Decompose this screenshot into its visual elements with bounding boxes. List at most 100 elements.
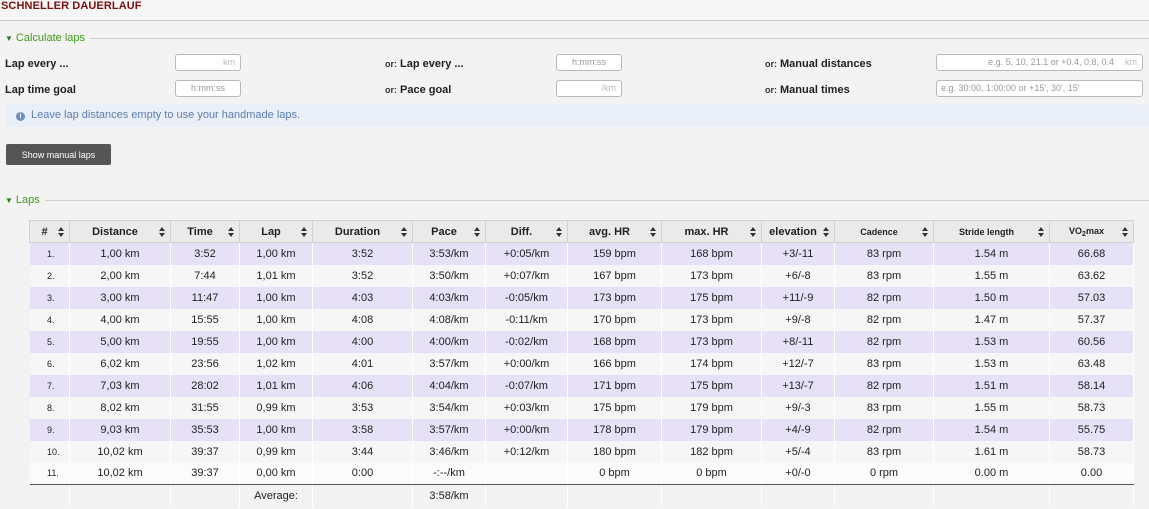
cell-diff: +0:12/km (485, 440, 568, 463)
table-row: 8. 8,02 km 31:55 0,99 km 3:53 3:54/km +0:03/km… (29, 396, 1134, 419)
average-cell (29, 484, 70, 507)
col-num-header[interactable]: # (29, 220, 70, 243)
cell-num: 5. (29, 330, 70, 353)
show-manual-laps-button[interactable]: Show manual laps (6, 144, 111, 165)
manual-distances-input[interactable]: e.g. 5, 10, 21.1 or +0.4, 0.8, 0.4 km (936, 54, 1143, 71)
col-pace-header[interactable]: Pace (412, 220, 486, 243)
cell-max-hr: 175 bpm (661, 374, 762, 397)
pace-goal-input[interactable]: /km (556, 80, 622, 97)
pace-goal-label: or: Pace goal (385, 84, 451, 96)
col-time-header[interactable]: Time (170, 220, 240, 243)
cell-duration: 3:58 (312, 418, 413, 441)
page-title: SCHNELLER DAUERLAUF (1, 0, 142, 12)
cell-avg-hr: 173 bpm (567, 286, 662, 309)
cell-distance: 9,03 km (69, 418, 171, 441)
col-cadence-header[interactable]: Cadence (834, 220, 934, 243)
section-divider (44, 199, 1149, 201)
cell-pace: 3:46/km (412, 440, 486, 463)
sort-icon (650, 227, 656, 237)
cell-diff: +0:00/km (485, 352, 568, 375)
lap-time-goal-input[interactable]: h:mm:ss (175, 80, 241, 97)
lap-every-time-input[interactable]: h:mm:ss (556, 54, 622, 71)
cell-elevation: +9/-8 (761, 308, 835, 331)
cell-cadence: 82 rpm (834, 308, 934, 331)
cell-pace: 3:50/km (412, 264, 486, 287)
calculate-laps-toggle[interactable]: ▼ Calculate laps (0, 31, 1149, 45)
cell-avg-hr: 170 bpm (567, 308, 662, 331)
cell-lap: 0,99 km (239, 396, 313, 419)
cell-diff: -0:05/km (485, 286, 568, 309)
col-elevation-header[interactable]: elevation (761, 220, 835, 243)
cell-lap: 1,00 km (239, 330, 313, 353)
col-avg-hr-header[interactable]: avg. HR (567, 220, 662, 243)
col-lap-label: Lap (261, 225, 281, 238)
title-bar: SCHNELLER DAUERLAUF (0, 0, 1149, 21)
cell-avg-hr: 168 bpm (567, 330, 662, 353)
or-label: or: (385, 59, 397, 69)
cell-distance: 5,00 km (69, 330, 171, 353)
cell-lap: 1,00 km (239, 242, 313, 265)
cell-stride: 1.55 m (933, 264, 1050, 287)
manual-times-input[interactable]: e.g. 30:00, 1:00:00 or +15', 30', 15' (936, 80, 1143, 97)
cell-distance: 7,03 km (69, 374, 171, 397)
lap-every-distance-input[interactable]: km (175, 54, 241, 71)
cell-pace: 4:08/km (412, 308, 486, 331)
lap-number: 10. (47, 446, 60, 457)
average-cell (485, 484, 568, 507)
average-pace: 3:58/km (412, 484, 486, 507)
cell-lap: 0,00 km (239, 462, 313, 485)
cell-lap: 1,00 km (239, 418, 313, 441)
cell-duration: 4:06 (312, 374, 413, 397)
cell-avg-hr: 0 bpm (567, 462, 662, 485)
cell-time: 28:02 (170, 374, 240, 397)
manual-distances-label: or: Manual distances (765, 58, 872, 70)
laps-toggle[interactable]: ▼ Laps (0, 193, 1149, 207)
cell-distance: 4,00 km (69, 308, 171, 331)
cell-elevation: +4/-9 (761, 418, 835, 441)
cell-lap: 1,00 km (239, 286, 313, 309)
cell-stride: 1.51 m (933, 374, 1050, 397)
lap-every-time-text: Lap every ... (400, 58, 464, 70)
col-duration-header[interactable]: Duration (312, 220, 413, 243)
col-vo2-prefix: VO (1069, 225, 1083, 236)
sort-icon (1038, 227, 1044, 237)
cell-distance: 1,00 km (69, 242, 171, 265)
cell-diff: -0:07/km (485, 374, 568, 397)
lap-every-time-label: or: Lap every ... (385, 58, 464, 70)
col-lap-header[interactable]: Lap (239, 220, 313, 243)
col-stride-label: Stride length (958, 226, 1014, 237)
cell-time: 7:44 (170, 264, 240, 287)
cell-stride: 1.54 m (933, 418, 1050, 441)
lap-number: 5. (47, 336, 55, 347)
or-label: or: (765, 85, 777, 95)
cell-vo2: 60.56 (1049, 330, 1134, 353)
cell-vo2: 63.62 (1049, 264, 1134, 287)
cell-diff (485, 462, 568, 485)
cell-duration: 4:00 (312, 330, 413, 353)
table-row: 5. 5,00 km 19:55 1,00 km 4:00 4:00/km -0:02/km… (29, 330, 1134, 353)
average-cell (170, 484, 240, 507)
cell-avg-hr: 171 bpm (567, 374, 662, 397)
cell-avg-hr: 167 bpm (567, 264, 662, 287)
col-pace-label: Pace (431, 225, 457, 238)
cell-duration: 0:00 (312, 462, 413, 485)
sort-icon (556, 227, 562, 237)
cell-pace: 4:03/km (412, 286, 486, 309)
cell-cadence: 82 rpm (834, 330, 934, 353)
col-distance-label: Distance (92, 225, 138, 238)
cell-time: 19:55 (170, 330, 240, 353)
col-diff-header[interactable]: Diff. (485, 220, 568, 243)
col-stride-header[interactable]: Stride length (933, 220, 1050, 243)
col-max-hr-header[interactable]: max. HR (661, 220, 762, 243)
cell-cadence: 83 rpm (834, 264, 934, 287)
cell-max-hr: 168 bpm (661, 242, 762, 265)
cell-lap: 1,02 km (239, 352, 313, 375)
col-vo2-header[interactable]: VO2max (1049, 220, 1134, 243)
cell-distance: 10,02 km (69, 440, 171, 463)
km-unit: km (223, 57, 235, 67)
cell-diff: +0:00/km (485, 418, 568, 441)
table-row: 10. 10,02 km 39:37 0,99 km 3:44 3:46/km +0:12/… (29, 440, 1134, 463)
average-cell (1049, 484, 1134, 507)
col-distance-header[interactable]: Distance (69, 220, 171, 243)
info-message: i Leave lap distances empty to use your h… (6, 104, 1149, 127)
